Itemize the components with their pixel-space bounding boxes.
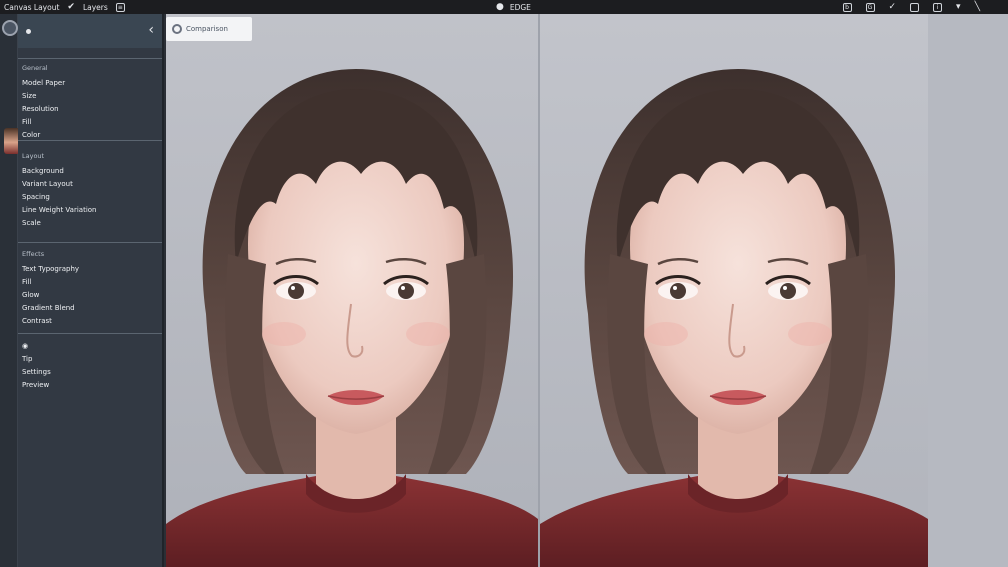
sidebar-item-tip[interactable]: Tip <box>22 353 162 366</box>
section-title: Effects <box>22 250 45 258</box>
sidebar-item-line-weight[interactable]: Line Weight Variation <box>22 204 162 217</box>
eye-icon[interactable]: ◉ <box>22 340 162 353</box>
comparison-chip-label: Comparison <box>186 25 228 33</box>
sidebar-item-text-typography[interactable]: Text Typography <box>22 263 162 276</box>
check-icon[interactable]: ✓ <box>889 0 897 14</box>
section-general: General Model Paper Size Resolution Fill… <box>22 64 162 142</box>
sidebar-item-contrast[interactable]: Contrast <box>22 315 162 328</box>
image-panel-right[interactable] <box>540 14 928 567</box>
layers-menu[interactable]: Layers <box>83 3 108 12</box>
app-window: Canvas Layout ✔ Layers ≡ ● EDGE b G ✓ i … <box>0 0 1008 567</box>
divider <box>18 242 162 243</box>
section-effects: Effects Text Typography Fill Glow Gradie… <box>22 250 162 328</box>
sidebar-item-fill[interactable]: Fill <box>22 116 162 129</box>
drop-icon[interactable]: ● <box>496 0 504 14</box>
sidebar-item-scale[interactable]: Scale <box>22 217 162 230</box>
divider <box>18 58 162 59</box>
sidebar-header: ‹ <box>18 14 162 48</box>
check-icon[interactable]: ✔ <box>67 0 75 14</box>
image-panel-left[interactable]: Comparison <box>166 14 538 567</box>
sidebar-item-fill[interactable]: Fill <box>22 276 162 289</box>
document-title: EDGE <box>509 2 531 12</box>
dropdown-icon[interactable]: ▾ <box>956 0 961 14</box>
bold-icon[interactable]: b <box>842 2 852 12</box>
portrait-image-left <box>166 69 538 567</box>
settings-sidebar: ‹ General Model Paper Size Resolution Fi… <box>18 14 164 567</box>
toolbar-left-group: Canvas Layout ✔ Layers ≡ <box>0 0 125 14</box>
image-canvas[interactable]: Comparison <box>166 14 1008 567</box>
section-layout: Layout Background Variant Layout Spacing… <box>22 152 162 230</box>
section-misc: ◉ Tip Settings Preview <box>22 340 162 392</box>
toolbar-right-group: b G ✓ i ▾ ╲ <box>842 0 980 14</box>
top-toolbar: Canvas Layout ✔ Layers ≡ ● EDGE b G ✓ i … <box>0 0 1008 14</box>
ring-icon <box>172 24 182 34</box>
canvas-margin <box>928 14 1008 567</box>
slash-icon[interactable]: ╲ <box>975 0 980 14</box>
info-icon[interactable]: i <box>933 2 943 12</box>
sidebar-item-settings[interactable]: Settings <box>22 366 162 379</box>
divider <box>18 333 162 334</box>
sidebar-item-preview[interactable]: Preview <box>22 379 162 392</box>
sidebar-item-background[interactable]: Background <box>22 165 162 178</box>
status-dot-icon <box>26 28 31 34</box>
sidebar-item-gradient-blend[interactable]: Gradient Blend <box>22 302 162 315</box>
collapse-chevron-icon[interactable]: ‹ <box>148 22 154 38</box>
menu-icon[interactable]: ≡ <box>115 2 125 12</box>
section-title: General <box>22 64 48 72</box>
app-logo-icon[interactable] <box>2 20 18 36</box>
grid-icon[interactable]: G <box>865 2 875 12</box>
sidebar-item-variant-layout[interactable]: Variant Layout <box>22 178 162 191</box>
sidebar-item-glow[interactable]: Glow <box>22 289 162 302</box>
sidebar-item-model-paper[interactable]: Model Paper <box>22 77 162 90</box>
sidebar-item-size[interactable]: Size <box>22 90 162 103</box>
sidebar-item-spacing[interactable]: Spacing <box>22 191 162 204</box>
section-title: Layout <box>22 152 45 160</box>
app-title[interactable]: Canvas Layout <box>4 3 59 12</box>
divider <box>18 140 162 141</box>
left-rail <box>0 14 20 567</box>
portrait-image-right <box>540 69 928 567</box>
comparison-chip[interactable]: Comparison <box>166 17 252 41</box>
sidebar-item-resolution[interactable]: Resolution <box>22 103 162 116</box>
frame-icon[interactable] <box>910 2 920 12</box>
toolbar-center-group: ● EDGE <box>496 0 531 14</box>
